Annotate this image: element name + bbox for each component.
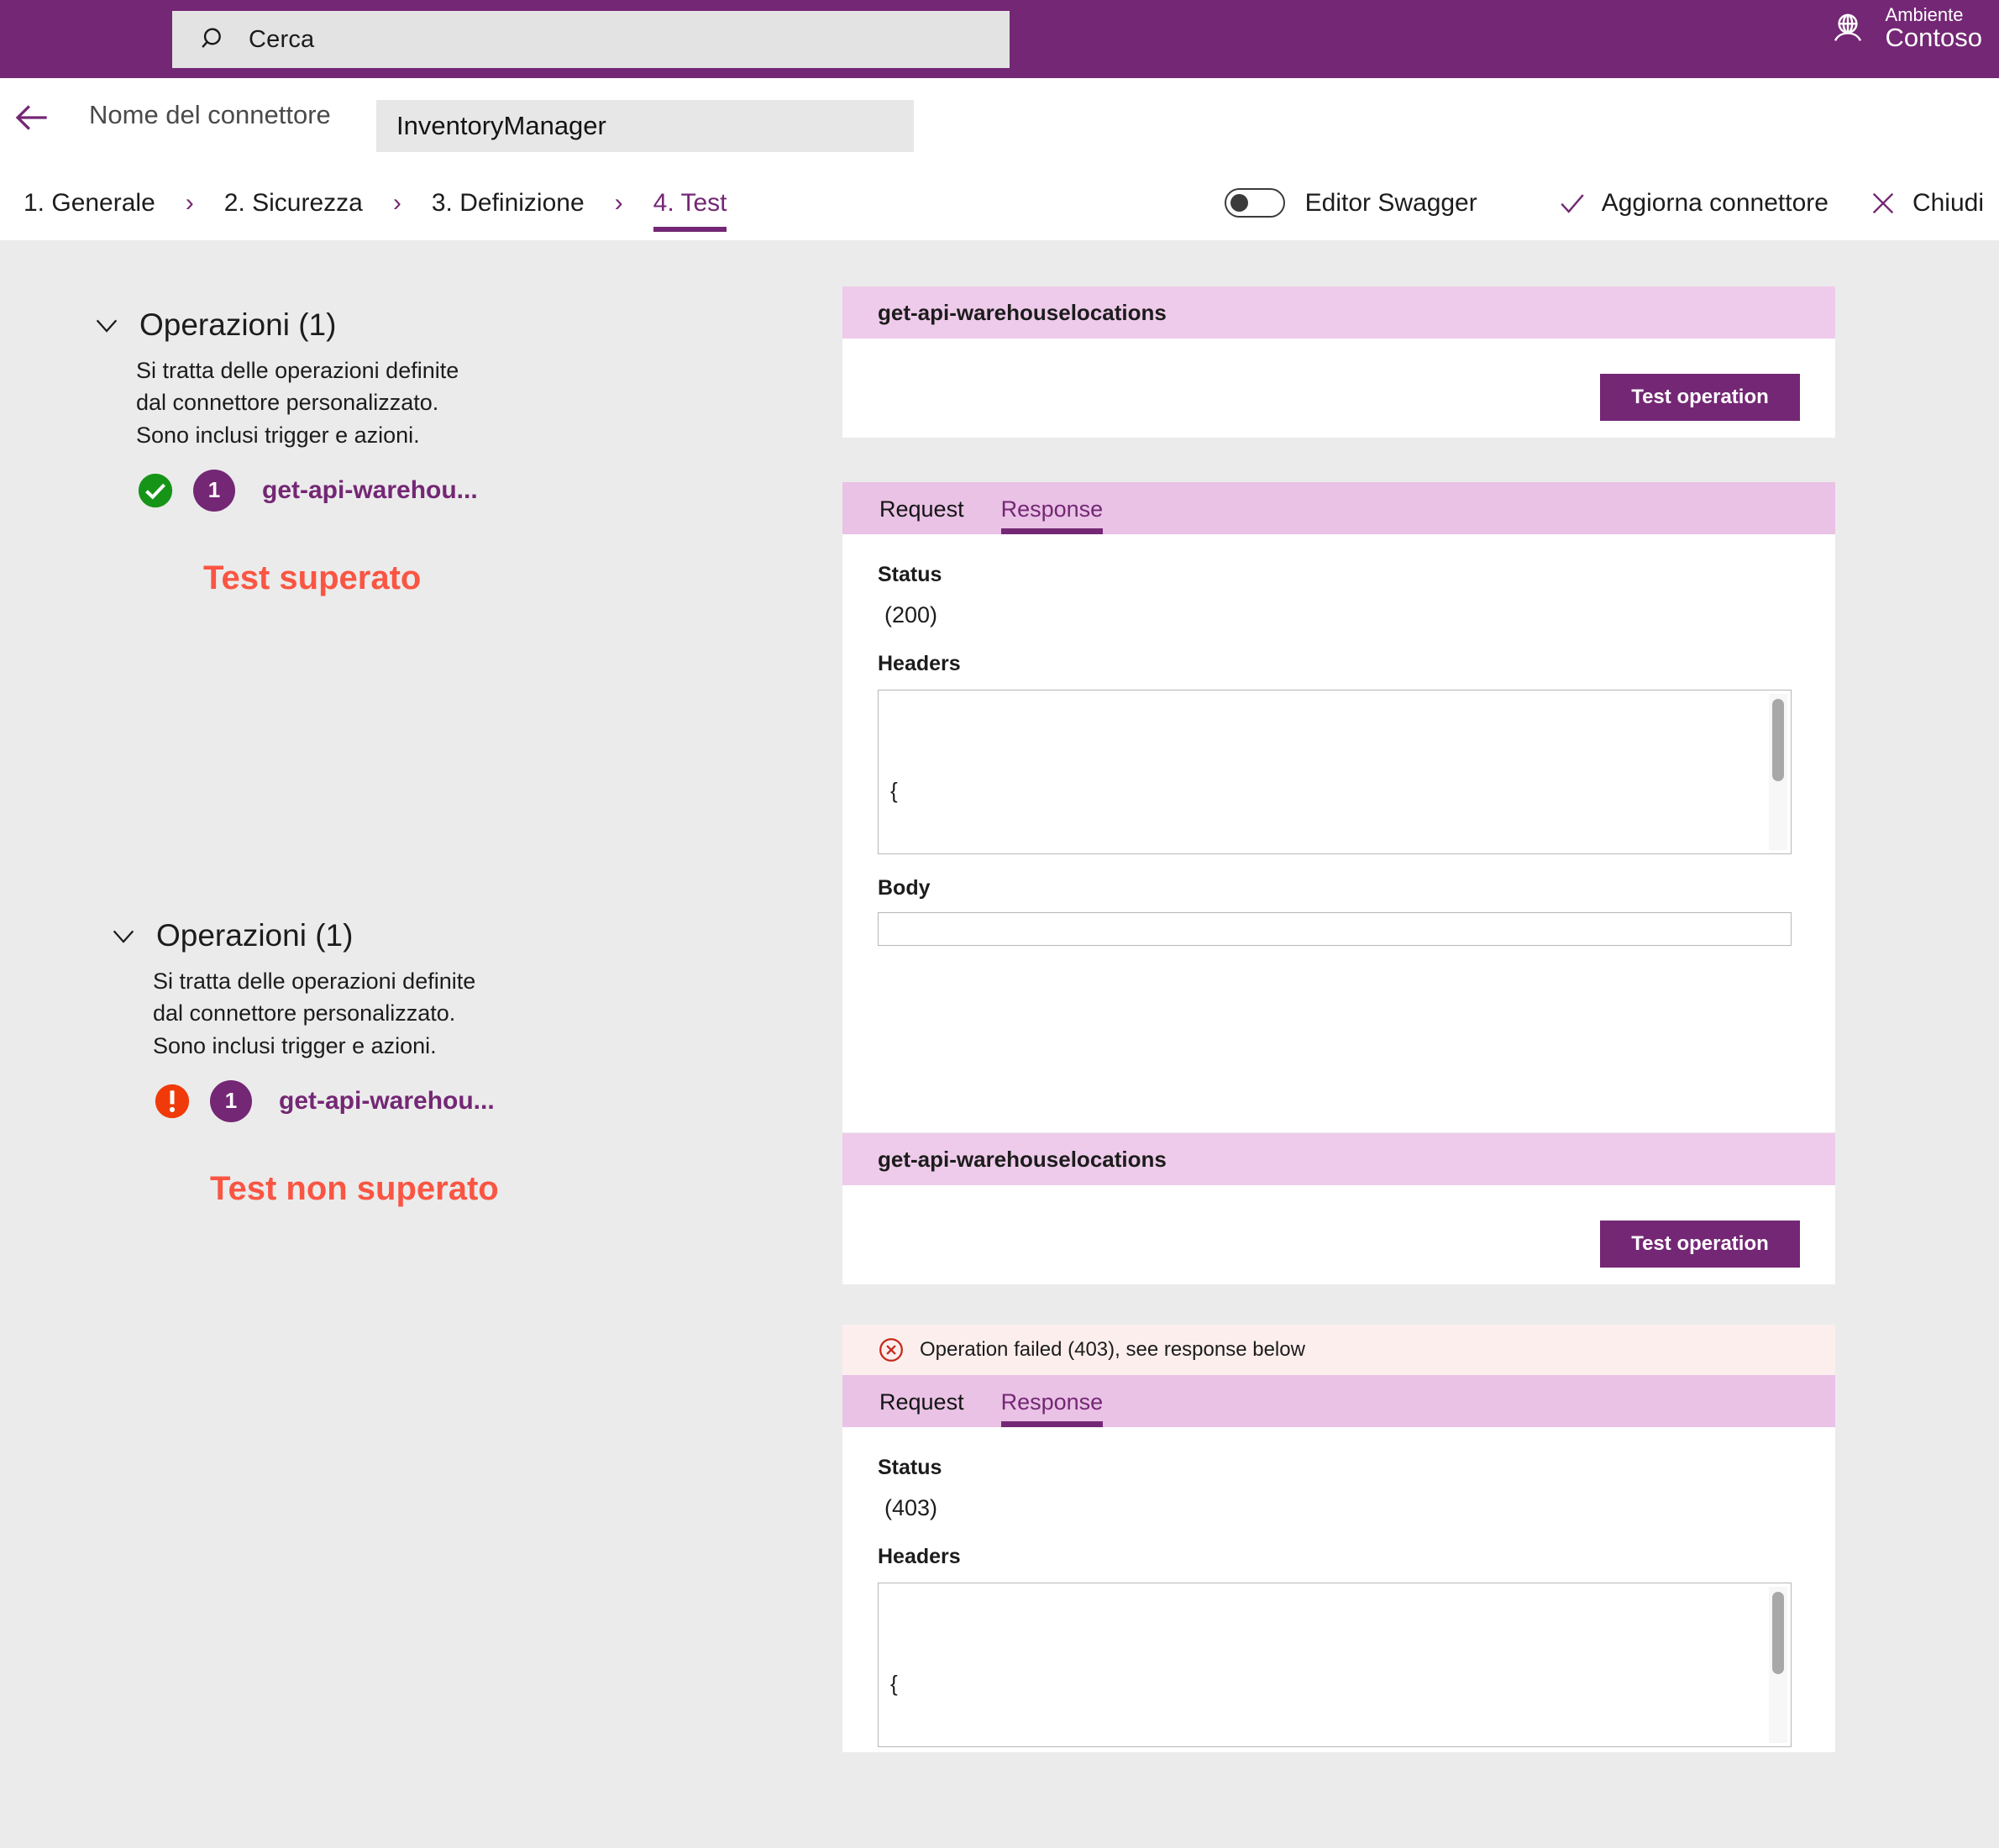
connector-name-row: Nome del connettore InventoryManager	[0, 78, 1999, 165]
headers-label: Headers	[878, 652, 961, 675]
response-panel-failure: Operation failed (403), see response bel…	[842, 1325, 1835, 1752]
headers-label: Headers	[878, 1545, 961, 1568]
environment-globe-icon	[1834, 13, 1861, 41]
close-label: Chiudi	[1912, 188, 1984, 217]
operation-panel-body: Test operation	[842, 339, 1835, 438]
status-value: (403)	[884, 1495, 938, 1520]
error-exclamation-circle-icon	[155, 1084, 190, 1119]
response-panel-success: Request Response Status (200) Headers { …	[842, 482, 1835, 1132]
swagger-editor-toggle-wrap[interactable]: Editor Swagger	[1224, 188, 1477, 218]
operation-failed-banner: Operation failed (403), see response bel…	[842, 1325, 1835, 1375]
body-textarea[interactable]	[878, 912, 1792, 946]
response-content: Status (200) Headers { "cache-control": …	[842, 534, 1835, 946]
step-separator-1: ›	[185, 188, 194, 217]
toolbar-actions: Editor Swagger Aggiorna connettore Chiud…	[1224, 165, 1984, 240]
operations-header[interactable]: Operazioni (1)	[109, 918, 748, 953]
tab-request[interactable]: Request	[861, 496, 983, 534]
search-input[interactable]: Cerca	[172, 11, 1010, 68]
chevron-down-icon[interactable]	[109, 921, 138, 950]
operation-panel-body: Test operation	[842, 1185, 1835, 1284]
success-check-circle-icon	[138, 473, 173, 508]
operations-header[interactable]: Operazioni (1)	[92, 307, 731, 343]
environment-name: Contoso	[1885, 23, 1982, 53]
page-content: Operazioni (1) Si tratta delle operazion…	[0, 240, 1999, 1848]
headers-scrollbar-thumb[interactable]	[1772, 699, 1784, 781]
operation-panel-title: get-api-warehouselocations	[878, 1146, 1167, 1172]
operation-name: get-api-warehou...	[262, 475, 478, 504]
operations-title: Operazioni (1)	[156, 918, 354, 953]
swagger-editor-label: Editor Swagger	[1304, 188, 1477, 217]
search-icon	[202, 28, 221, 48]
test-operation-button[interactable]: Test operation	[1600, 1221, 1800, 1268]
operation-name: get-api-warehou...	[279, 1086, 495, 1115]
response-content: Status (403) Headers { "cache-control": …	[842, 1427, 1835, 1747]
operation-badge: 1	[210, 1079, 252, 1122]
operations-section-failure: Operazioni (1) Si tratta delle operazion…	[109, 918, 748, 1207]
headers-scrollbar[interactable]	[1769, 1587, 1787, 1743]
operation-badge: 1	[193, 469, 235, 512]
headers-textarea[interactable]: { "cache-control": "private", "content-e…	[878, 690, 1792, 854]
step-test[interactable]: 4. Test	[642, 165, 739, 240]
operations-section-success: Operazioni (1) Si tratta delle operazion…	[92, 307, 731, 596]
operation-panel-header: get-api-warehouselocations	[842, 286, 1835, 339]
test-operation-button[interactable]: Test operation	[1600, 374, 1800, 421]
headers-textarea[interactable]: { "cache-control": "private", "content-l…	[878, 1583, 1792, 1747]
step-security[interactable]: 2. Sicurezza	[212, 165, 375, 240]
connector-name-field[interactable]: InventoryManager	[376, 100, 914, 152]
operations-title: Operazioni (1)	[139, 307, 337, 342]
tab-request[interactable]: Request	[861, 1389, 983, 1427]
operations-description: Si tratta delle operazioni definite dal …	[153, 969, 476, 1058]
top-app-bar: Cerca Ambiente Contoso	[0, 0, 1999, 78]
response-tabs: Request Response	[842, 1375, 1835, 1427]
error-circle-x-icon	[879, 1338, 903, 1362]
response-tabs: Request Response	[842, 482, 1835, 534]
operations-description: Si tratta delle operazioni definite dal …	[136, 358, 459, 448]
toggle-knob	[1230, 194, 1248, 212]
connector-name-label: Nome del connettore	[89, 100, 331, 129]
step-separator-3: ›	[614, 188, 623, 217]
back-arrow-icon[interactable]	[12, 97, 54, 139]
close-button[interactable]: Chiudi	[1869, 189, 1984, 218]
headers-line: {	[890, 778, 898, 804]
status-label: Status	[878, 563, 942, 586]
annotation-test-passed: Test superato	[203, 559, 422, 596]
step-general[interactable]: 1. Generale	[12, 165, 167, 240]
operation-panel-success: get-api-warehouselocations Test operatio…	[842, 286, 1835, 438]
operation-panel-title: get-api-warehouselocations	[878, 299, 1167, 325]
annotation-test-failed: Test non superato	[210, 1170, 499, 1207]
headers-scrollbar-thumb[interactable]	[1772, 1592, 1784, 1674]
swagger-editor-toggle[interactable]	[1224, 188, 1285, 218]
headers-line: {	[890, 1671, 898, 1697]
operation-list-item[interactable]: 1 get-api-warehou...	[136, 469, 731, 512]
environment-text: Ambiente Contoso	[1886, 5, 1982, 52]
wizard-steps-row: 1. Generale › 2. Sicurezza › 3. Definizi…	[0, 165, 1999, 240]
connector-name-value: InventoryManager	[396, 111, 606, 140]
wizard-steps: 1. Generale › 2. Sicurezza › 3. Definizi…	[12, 165, 738, 240]
operation-list-item[interactable]: 1 get-api-warehou...	[153, 1079, 748, 1122]
status-label: Status	[878, 1456, 942, 1479]
operation-panel-header: get-api-warehouselocations	[842, 1133, 1835, 1185]
operation-panel-failure: get-api-warehouselocations Test operatio…	[842, 1133, 1835, 1284]
chevron-down-icon[interactable]	[92, 311, 121, 339]
status-value: (200)	[884, 602, 938, 627]
update-connector-button[interactable]: Aggiorna connettore	[1558, 189, 1828, 218]
tab-response[interactable]: Response	[983, 496, 1122, 534]
environment-label: Ambiente	[1885, 4, 1964, 25]
body-label: Body	[878, 876, 931, 900]
environment-selector[interactable]: Ambiente Contoso	[1828, 5, 1982, 52]
headers-scrollbar[interactable]	[1769, 694, 1787, 850]
close-x-icon	[1872, 192, 1894, 213]
step-separator-2: ›	[392, 188, 401, 217]
operation-failed-text: Operation failed (403), see response bel…	[920, 1338, 1305, 1361]
update-connector-label: Aggiorna connettore	[1601, 188, 1828, 217]
tab-response[interactable]: Response	[983, 1389, 1122, 1427]
headers-content: { "cache-control": "private", "content-e…	[879, 690, 1791, 853]
step-definition[interactable]: 3. Definizione	[420, 165, 596, 240]
search-placeholder: Cerca	[249, 25, 315, 53]
checkmark-icon	[1561, 193, 1584, 213]
headers-content: { "cache-control": "private", "content-l…	[879, 1583, 1791, 1746]
